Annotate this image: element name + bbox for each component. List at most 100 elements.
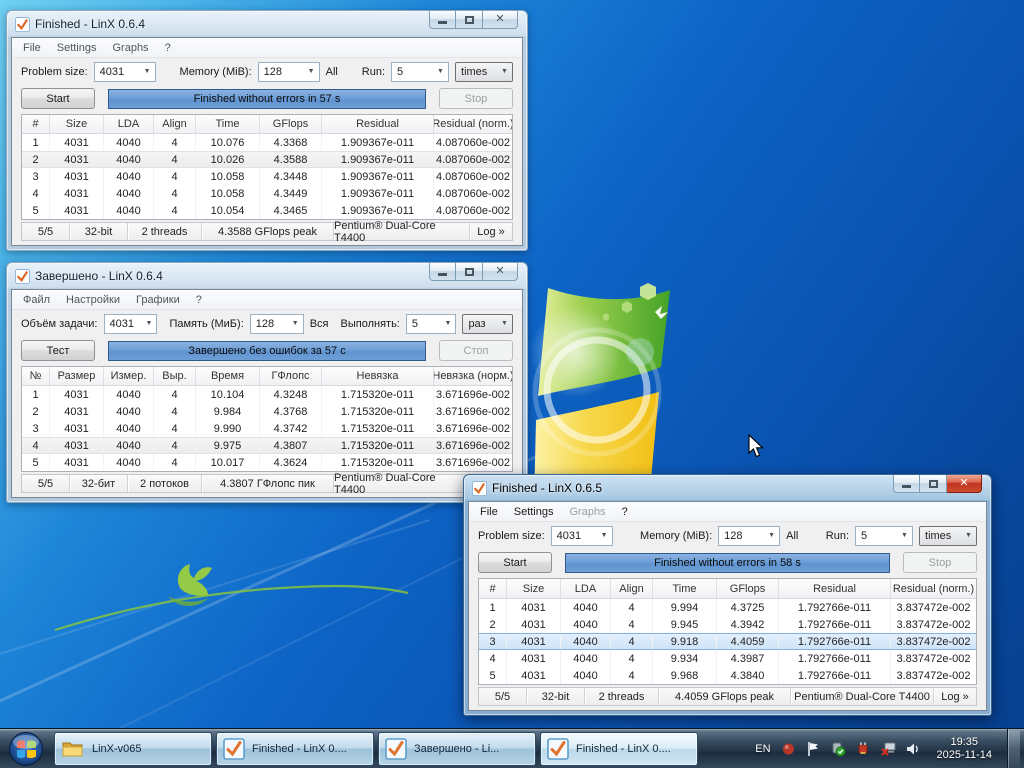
table-row[interactable]: 5 4031 4040 4 10.017 4.3624 1.715320e-011 3.671… bbox=[22, 454, 512, 471]
column-header[interactable]: Time bbox=[653, 579, 717, 598]
taskbar-button[interactable]: LinX-v065 bbox=[54, 731, 212, 766]
column-header[interactable]: Размер bbox=[50, 367, 104, 385]
run-unit-combobox[interactable]: times ▼ bbox=[919, 525, 978, 546]
table-row[interactable]: 3 4031 4040 4 9.990 4.3742 1.715320e-011 3.6716… bbox=[22, 420, 512, 437]
menu-item[interactable]: File bbox=[15, 40, 49, 56]
close-button[interactable]: ✕ bbox=[483, 263, 518, 281]
run-unit-combobox[interactable]: раз ▼ bbox=[462, 313, 513, 334]
menu-item[interactable]: Settings bbox=[49, 40, 105, 56]
table-row[interactable]: 1 4031 4040 4 10.076 4.3368 1.909367e-011 4.087… bbox=[22, 134, 512, 151]
table-row[interactable]: 4 4031 4040 4 9.975 4.3807 1.715320e-011 3.6716… bbox=[22, 437, 512, 454]
column-header[interactable]: Size bbox=[50, 115, 104, 133]
table-row[interactable]: 1 4031 4040 4 9.994 4.3725 1.792766e-011 3.8374… bbox=[479, 599, 976, 616]
column-header[interactable]: Residual bbox=[779, 579, 891, 598]
column-header[interactable]: ГФлопс bbox=[260, 367, 322, 385]
column-header[interactable]: Residual (norm.) bbox=[891, 579, 976, 598]
table-row[interactable]: 1 4031 4040 4 10.104 4.3248 1.715320e-011 3.671… bbox=[22, 386, 512, 403]
stop-button[interactable]: Stop bbox=[903, 552, 977, 573]
column-header[interactable]: Residual (norm.) bbox=[434, 115, 512, 133]
column-header[interactable]: Невязка bbox=[322, 367, 434, 385]
power-plug-icon[interactable] bbox=[855, 740, 872, 757]
app-red-icon[interactable] bbox=[780, 740, 797, 757]
stop-button[interactable]: Стоп bbox=[439, 340, 513, 361]
column-header[interactable]: Time bbox=[196, 115, 260, 133]
table-row[interactable]: 4 4031 4040 4 10.058 4.3449 1.909367e-011 4.087… bbox=[22, 185, 512, 202]
taskbar-button[interactable]: Finished - LinX 0.... bbox=[540, 731, 698, 766]
column-header[interactable]: # bbox=[22, 115, 50, 133]
run-combobox[interactable]: 5 ▼ bbox=[855, 525, 914, 546]
menu-item[interactable]: ? bbox=[157, 40, 179, 56]
problem-size-combobox[interactable]: 4031 ▼ bbox=[93, 61, 156, 82]
network-disconnected-icon[interactable] bbox=[880, 740, 897, 757]
minimize-button[interactable] bbox=[429, 263, 456, 281]
close-button[interactable]: ✕ bbox=[947, 475, 982, 493]
table-row[interactable]: 2 4031 4040 4 9.945 4.3942 1.792766e-011 3.8374… bbox=[479, 616, 976, 633]
column-header[interactable]: № bbox=[22, 367, 50, 385]
column-header[interactable]: Измер. bbox=[104, 367, 154, 385]
table-row[interactable]: 4 4031 4040 4 9.934 4.3987 1.792766e-011 3.8374… bbox=[479, 650, 976, 667]
memory-combobox[interactable]: 128 ▼ bbox=[257, 61, 320, 82]
log-button[interactable]: Log » bbox=[470, 223, 512, 240]
column-header[interactable]: GFlops bbox=[260, 115, 322, 133]
problem-size-combobox[interactable]: 4031 ▼ bbox=[103, 313, 158, 334]
minimize-button[interactable] bbox=[429, 11, 456, 29]
menu-item[interactable]: Графики bbox=[128, 292, 188, 308]
log-button[interactable]: Log » bbox=[934, 688, 976, 705]
taskbar-button[interactable]: Завершено - Li... bbox=[378, 731, 536, 766]
column-header[interactable]: Residual bbox=[322, 115, 434, 133]
action-row: Тест Завершено без ошибок за 57 с Стоп bbox=[12, 337, 522, 364]
run-combobox[interactable]: 5 ▼ bbox=[405, 313, 457, 334]
table-row[interactable]: 2 4031 4040 4 9.984 4.3768 1.715320e-011 3.6716… bbox=[22, 403, 512, 420]
volume-icon[interactable] bbox=[905, 740, 922, 757]
menu-item[interactable]: Graphs bbox=[104, 40, 156, 56]
table-cell: 4040 bbox=[104, 403, 154, 420]
start-button[interactable]: Start bbox=[478, 552, 552, 573]
table-row[interactable]: 3 4031 4040 4 9.918 4.4059 1.792766e-011 3.8374… bbox=[479, 633, 976, 650]
run-combobox[interactable]: 5 ▼ bbox=[391, 61, 450, 82]
window-titlebar[interactable]: Finished - LinX 0.6.4 ✕ bbox=[7, 11, 527, 37]
table-row[interactable]: 2 4031 4040 4 10.026 4.3588 1.909367e-011 4.087… bbox=[22, 151, 512, 168]
maximize-button[interactable] bbox=[920, 475, 947, 493]
menu-item[interactable]: Graphs bbox=[561, 504, 613, 520]
column-header[interactable]: LDA bbox=[104, 115, 154, 133]
taskbar-button[interactable]: Finished - LinX 0.... bbox=[216, 731, 374, 766]
menu-item[interactable]: File bbox=[472, 504, 506, 520]
menu-item[interactable]: ? bbox=[614, 504, 636, 520]
column-header[interactable]: Выр. bbox=[154, 367, 196, 385]
language-indicator[interactable]: EN bbox=[755, 743, 770, 755]
menu-item[interactable]: ? bbox=[188, 292, 210, 308]
chevron-down-icon: ▼ bbox=[143, 68, 151, 75]
maximize-button[interactable] bbox=[456, 263, 483, 281]
usb-safely-remove-icon[interactable] bbox=[830, 740, 847, 757]
menu-item[interactable]: Файл bbox=[15, 292, 58, 308]
column-header[interactable]: Время bbox=[196, 367, 260, 385]
table-row[interactable]: 5 4031 4040 4 9.968 4.3840 1.792766e-011 3.8374… bbox=[479, 667, 976, 684]
start-button-orb[interactable] bbox=[0, 729, 52, 768]
column-header[interactable]: # bbox=[479, 579, 507, 598]
window-titlebar[interactable]: Завершено - LinX 0.6.4 ✕ bbox=[7, 263, 527, 289]
memory-combobox[interactable]: 128 ▼ bbox=[249, 313, 304, 334]
problem-size-combobox[interactable]: 4031 ▼ bbox=[550, 525, 613, 546]
action-center-flag-icon[interactable] bbox=[805, 740, 822, 757]
window-titlebar[interactable]: Finished - LinX 0.6.5 ✕ bbox=[464, 475, 991, 501]
column-header[interactable]: Невязка (норм.) bbox=[434, 367, 512, 385]
menu-item[interactable]: Settings bbox=[506, 504, 562, 520]
stop-button[interactable]: Stop bbox=[439, 88, 513, 109]
menu-item[interactable]: Настройки bbox=[58, 292, 128, 308]
column-header[interactable]: Align bbox=[611, 579, 653, 598]
column-header[interactable]: Size bbox=[507, 579, 561, 598]
column-header[interactable]: LDA bbox=[561, 579, 611, 598]
close-button[interactable]: ✕ bbox=[483, 11, 518, 29]
column-header[interactable]: GFlops bbox=[717, 579, 779, 598]
start-button[interactable]: Тест bbox=[21, 340, 95, 361]
column-header[interactable]: Align bbox=[154, 115, 196, 133]
start-button[interactable]: Start bbox=[21, 88, 95, 109]
run-unit-combobox[interactable]: times ▼ bbox=[455, 61, 514, 82]
memory-combobox[interactable]: 128 ▼ bbox=[718, 525, 781, 546]
show-desktop-button[interactable] bbox=[1007, 728, 1020, 768]
table-row[interactable]: 5 4031 4040 4 10.054 4.3465 1.909367e-011 4.087… bbox=[22, 202, 512, 219]
minimize-button[interactable] bbox=[893, 475, 920, 493]
maximize-button[interactable] bbox=[456, 11, 483, 29]
taskbar-clock[interactable]: 19:35 2025-11-14 bbox=[931, 736, 998, 762]
table-row[interactable]: 3 4031 4040 4 10.058 4.3448 1.909367e-011 4.087… bbox=[22, 168, 512, 185]
